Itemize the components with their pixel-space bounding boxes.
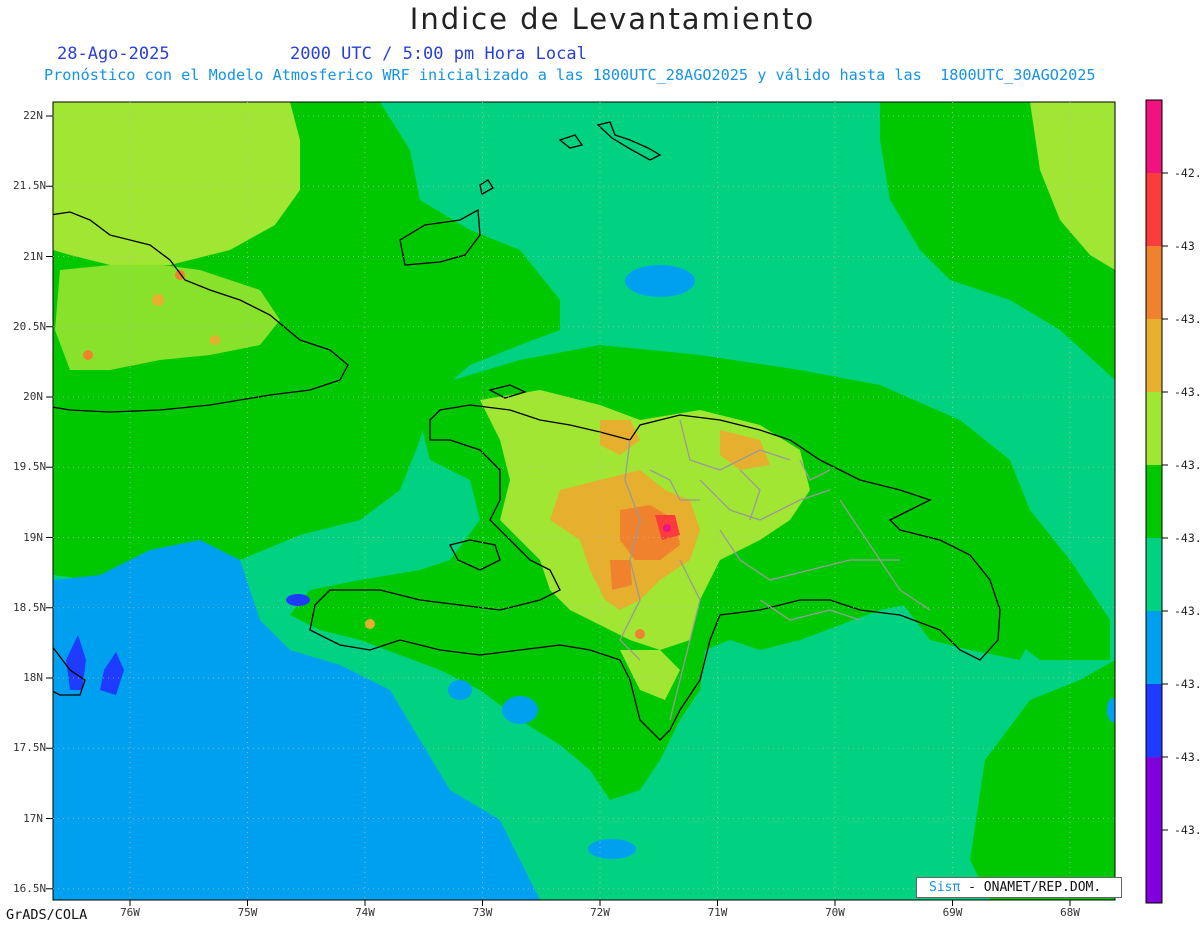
lon-label: 74W	[355, 906, 375, 919]
lon-label: 70W	[825, 906, 845, 919]
lon-label: 69W	[942, 906, 963, 919]
lat-label: 19N	[23, 530, 43, 544]
lon-label: 72W	[590, 906, 610, 919]
colorbar-swatch	[1146, 100, 1162, 173]
colorbar-label: -43.1	[1174, 312, 1200, 326]
colorbar-swatch	[1146, 538, 1162, 611]
onamet-logo-text: - ONAMET/REP.DOM.	[968, 880, 1102, 895]
colorbar	[1145, 99, 1168, 904]
lon-label: 68W	[1060, 906, 1080, 919]
colorbar-label: -43.6	[1174, 677, 1200, 691]
lon-label: 76W	[120, 906, 140, 919]
map-figure	[46, 99, 1168, 906]
colorbar-swatch	[1146, 319, 1162, 392]
colorbar-label: -43.7	[1174, 750, 1200, 764]
colorbar-label: -43	[1174, 239, 1195, 253]
colorbar-swatch	[1146, 757, 1162, 830]
lat-label: 16.5N	[13, 881, 47, 895]
lat-label: 21N	[23, 249, 43, 263]
lon-label: 75W	[237, 906, 258, 919]
colorbar-swatch	[1146, 830, 1162, 903]
lat-label: 19.5N	[13, 460, 47, 474]
colorbar-label: -43.3	[1174, 458, 1200, 472]
colorbar-label: -43.4	[1174, 531, 1200, 545]
lon-label: 71W	[707, 906, 728, 919]
sispi-logo-text: Sisπ	[929, 880, 961, 895]
colorbar-label: -42.9	[1174, 166, 1200, 180]
colorbar-swatch	[1146, 684, 1162, 757]
colorbar-label: -43.2	[1174, 385, 1200, 399]
colorbar-swatch	[1146, 173, 1162, 246]
lat-label: 22N	[23, 109, 43, 122]
lon-label: 73W	[472, 906, 493, 919]
grads-credit: GrADS/COLA	[6, 907, 88, 923]
colorbar-label: -43.8	[1174, 823, 1200, 837]
colorbar-swatch	[1146, 246, 1162, 319]
lat-label: 17N	[23, 811, 43, 825]
colorbar-swatch	[1146, 465, 1162, 538]
map-field	[53, 102, 1115, 900]
onamet-logo: Sisπ - ONAMET/REP.DOM.	[916, 877, 1122, 898]
lat-label: 21.5N	[13, 179, 47, 193]
colorbar-swatch	[1146, 611, 1162, 684]
lat-label: 17.5N	[13, 741, 47, 755]
lat-label: 18.5N	[13, 600, 47, 614]
colorbar-label: -43.5	[1174, 604, 1200, 618]
lat-label: 20N	[23, 390, 43, 403]
lat-label: 18N	[23, 671, 43, 684]
colorbar-swatch	[1146, 392, 1162, 465]
lat-ticks	[46, 115, 53, 890]
lat-label: 20.5N	[13, 319, 47, 333]
